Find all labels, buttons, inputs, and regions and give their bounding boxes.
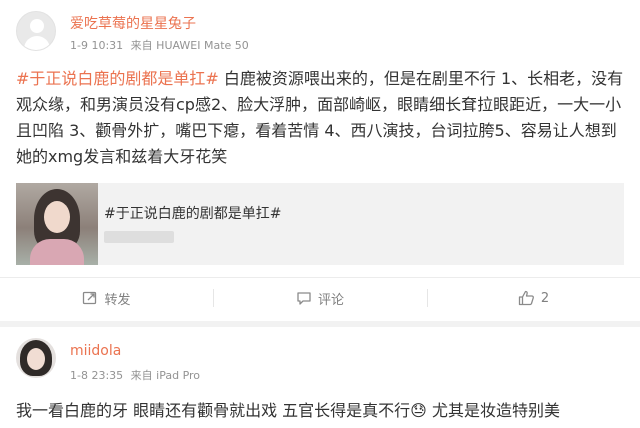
post-meta: 1-9 10:31 来自 HUAWEI Mate 50 — [70, 37, 253, 53]
post-time[interactable]: 1-9 10:31 — [70, 39, 123, 52]
post-username[interactable]: 爱吃草莓的星星兔子 — [70, 13, 196, 33]
topic-thumbnail — [16, 183, 98, 265]
thumbnail-dress — [30, 239, 84, 265]
comment-label: 评论 — [317, 292, 344, 308]
comment-username[interactable]: miidola — [70, 343, 121, 359]
topic-title: #于正说白鹿的剧都是单扛# — [104, 206, 282, 222]
post-text: #于正说白鹿的剧都是单扛# 白鹿被资源喂出来的，但是在剧里不行 1、长相老，没有… — [16, 66, 628, 170]
like-count: 2 — [540, 290, 550, 306]
post-hashtag[interactable]: #于正说白鹿的剧都是单扛# — [16, 69, 219, 88]
comment-text: 我一看白鹿的牙 眼睛还有颧骨就出戏 五官长得是真不行😓 尤其是妆造特别美 — [16, 401, 560, 420]
comment-source: 来自 iPad Pro — [130, 369, 201, 382]
repost-icon — [83, 291, 97, 305]
repost-button[interactable]: 转发 — [0, 278, 213, 318]
thumbs-up-icon — [518, 290, 534, 306]
thumbnail-face — [44, 201, 70, 233]
topic-subtitle-blurred — [104, 231, 174, 243]
repost-label: 转发 — [104, 292, 131, 308]
topic-share-card[interactable]: #于正说白鹿的剧都是单扛# — [16, 183, 624, 265]
comment-card: miidola 1-8 23:35 来自 iPad Pro 我一看白鹿的牙 眼睛… — [0, 327, 640, 428]
post-card: 爱吃草莓的星星兔子 1-9 10:31 来自 HUAWEI Mate 50 #于… — [0, 0, 640, 321]
comment-time[interactable]: 1-8 23:35 — [70, 369, 123, 382]
post-source: 来自 HUAWEI Mate 50 — [130, 39, 249, 52]
avatar-face — [27, 348, 45, 370]
comment-button[interactable]: 评论 — [213, 278, 427, 318]
user-avatar[interactable] — [16, 338, 56, 378]
like-button[interactable]: 2 — [427, 278, 640, 318]
comment-icon — [297, 292, 311, 305]
avatar-head — [30, 19, 44, 33]
comment-meta: 1-8 23:35 来自 iPad Pro — [70, 367, 204, 383]
default-avatar-icon[interactable] — [16, 11, 56, 51]
avatar-body — [24, 36, 50, 50]
